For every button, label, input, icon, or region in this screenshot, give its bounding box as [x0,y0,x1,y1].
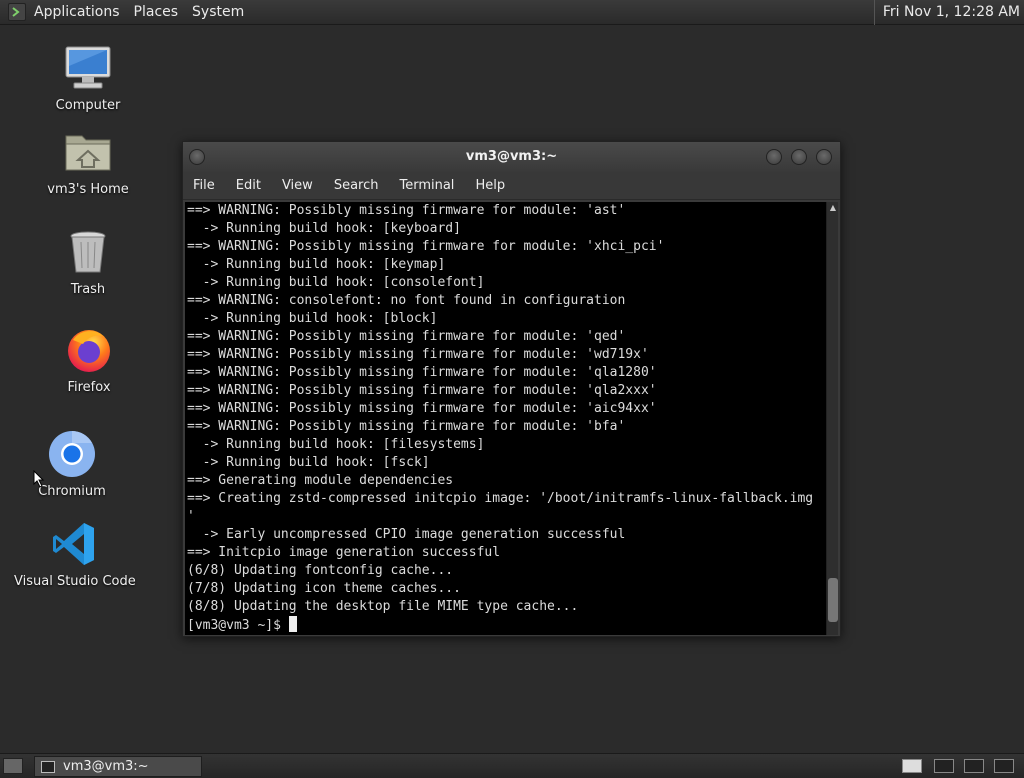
terminal-line: -> Running build hook: [consolefont] [187,275,485,290]
desktop-icon-vscode[interactable]: Visual Studio Code [14,520,136,589]
terminal-line: ' [187,509,195,524]
desktop-icon-label: Firefox [67,380,111,395]
terminal-output[interactable]: ==> WARNING: Possibly missing firmware f… [185,202,826,635]
terminal-window[interactable]: vm3@vm3:~ File Edit View Search Terminal… [182,141,841,637]
bottom-panel: vm3@vm3:~ [0,753,1024,778]
vscode-icon [50,520,98,568]
workspace-1-button[interactable] [902,759,922,773]
scroll-up-arrow-icon[interactable]: ▲ [827,202,839,214]
applications-menu[interactable]: Applications [34,4,120,20]
menu-terminal[interactable]: Terminal [399,178,454,193]
desktop-icon-trash[interactable]: Trash [28,228,148,297]
terminal-line: ==> WARNING: Possibly missing firmware f… [187,383,657,398]
terminal-line: (8/8) Updating the desktop file MIME typ… [187,599,579,614]
menu-help[interactable]: Help [475,178,505,193]
workspace-2-button[interactable] [934,759,954,773]
clock[interactable]: Fri Nov 1, 12:28 AM [873,0,1024,25]
text-cursor [288,616,297,632]
taskbar-item-label: vm3@vm3:~ [63,759,149,774]
desktop-icon-computer[interactable]: Computer [28,44,148,113]
desktop-icon-chromium[interactable]: Chromium [12,430,132,499]
menu-view[interactable]: View [282,178,313,193]
terminal-line: ==> WARNING: Possibly missing firmware f… [187,239,665,254]
maximize-button[interactable] [791,149,807,165]
minimize-button[interactable] [766,149,782,165]
taskbar-item-terminal[interactable]: vm3@vm3:~ [34,756,202,777]
firefox-icon [65,326,113,374]
terminal-line: -> Running build hook: [block] [187,311,438,326]
terminal-line: ==> WARNING: Possibly missing firmware f… [187,419,626,434]
terminal-prompt: [vm3@vm3 ~]$ [187,618,289,633]
window-menu-button[interactable] [189,149,205,165]
terminal-icon [41,760,55,773]
terminal-line: ==> WARNING: Possibly missing firmware f… [187,203,626,218]
terminal-prompt-line[interactable]: [vm3@vm3 ~]$ [187,616,826,635]
terminal-line: ==> Generating module dependencies [187,473,454,488]
window-titlebar[interactable]: vm3@vm3:~ [183,142,840,172]
mouse-pointer-icon [33,470,45,488]
terminal-line: -> Early uncompressed CPIO image generat… [187,527,626,542]
terminal-line: ==> WARNING: Possibly missing firmware f… [187,329,626,344]
terminal-line: (7/8) Updating icon theme caches... [187,581,461,596]
home-folder-icon [64,128,112,176]
desktop-icon-firefox[interactable]: Firefox [29,326,149,395]
computer-icon [64,44,112,92]
trash-icon [64,228,112,276]
terminal-line: ==> WARNING: Possibly missing firmware f… [187,401,657,416]
system-menu[interactable]: System [192,4,244,20]
terminal-launcher-icon[interactable] [8,3,26,21]
top-panel: Applications Places System Fri Nov 1, 12… [0,0,1024,25]
menu-file[interactable]: File [193,178,215,193]
places-menu[interactable]: Places [134,4,179,20]
close-button[interactable] [816,149,832,165]
terminal-menubar: File Edit View Search Terminal Help [183,172,840,200]
terminal-line: ==> WARNING: Possibly missing firmware f… [187,365,657,380]
chromium-icon [48,430,96,478]
menu-search[interactable]: Search [334,178,379,193]
terminal-line: -> Running build hook: [keymap] [187,257,446,272]
desktop-icon-label: vm3's Home [47,182,129,197]
terminal-line: ==> Creating zstd-compressed initcpio im… [187,491,814,506]
desktop-icon-label: Trash [70,282,106,297]
desktop-icon-label: Computer [55,98,121,113]
terminal-line: -> Running build hook: [fsck] [187,455,430,470]
menu-edit[interactable]: Edit [236,178,261,193]
terminal-line: (6/8) Updating fontconfig cache... [187,563,454,578]
workspace-4-button[interactable] [994,759,1014,773]
terminal-line: ==> WARNING: Possibly missing firmware f… [187,347,649,362]
scroll-thumb[interactable] [828,578,838,622]
terminal-scrollbar[interactable]: ▲ [826,202,838,635]
workspace-3-button[interactable] [964,759,984,773]
desktop-icon-home[interactable]: vm3's Home [28,128,148,197]
desktop-icon-label: Visual Studio Code [14,574,136,589]
terminal-line: ==> WARNING: consolefont: no font found … [187,293,626,308]
terminal-line: -> Running build hook: [keyboard] [187,221,461,236]
terminal-line: -> Running build hook: [filesystems] [187,437,485,452]
desktop-icon-label: Chromium [38,484,106,499]
terminal-line: ==> Initcpio image generation successful [187,545,501,560]
window-title: vm3@vm3:~ [465,149,558,164]
show-desktop-icon[interactable] [3,758,23,774]
